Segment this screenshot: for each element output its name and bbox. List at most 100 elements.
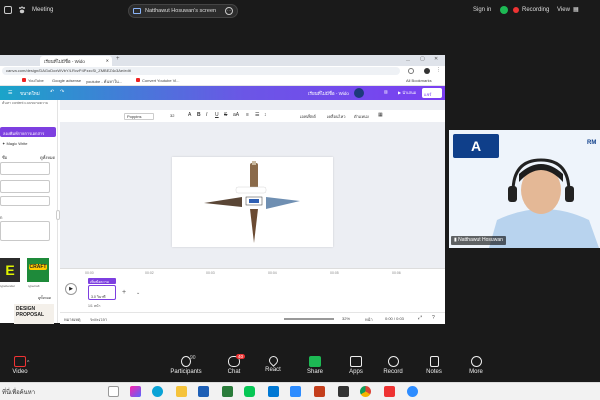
edge-icon[interactable]: [152, 386, 163, 397]
bookmark-3[interactable]: youtube - ค้นหาใน...: [86, 78, 122, 85]
timeline-chevron-icon[interactable]: ⌄: [136, 290, 140, 296]
bookmark-2[interactable]: Google adsense: [52, 78, 81, 83]
react-button[interactable]: React: [253, 354, 293, 373]
video-button[interactable]: Video: [0, 356, 40, 375]
zoom-icon[interactable]: [290, 386, 301, 397]
file-explorer-icon[interactable]: [176, 386, 187, 397]
pages-link[interactable]: หน้า: [365, 316, 373, 323]
strikethrough-icon[interactable]: S: [224, 112, 227, 118]
effects-button[interactable]: เอฟเฟ็กต์: [300, 113, 316, 120]
outlook-icon[interactable]: [268, 386, 279, 397]
animate-button[interactable]: เคลื่อนไหว: [327, 113, 346, 120]
position-button[interactable]: ตำแหน่ง: [354, 113, 369, 120]
undo-icon[interactable]: ↶: [50, 89, 54, 95]
close-tab-icon[interactable]: ✕: [106, 58, 109, 63]
participants-button[interactable]: Participants: [166, 356, 206, 375]
canvas-page[interactable]: [172, 157, 333, 247]
zoom-slider[interactable]: [284, 318, 334, 320]
screen-share-pill[interactable]: Natthawut Hosuwan's screen ⋯: [128, 4, 238, 18]
signin-link[interactable]: Sign in: [473, 7, 491, 13]
align-icon[interactable]: ≡: [246, 112, 249, 118]
typebender-thumb[interactable]: E: [0, 258, 20, 282]
video-chevron-icon[interactable]: ^: [27, 360, 29, 366]
doc-title[interactable]: เรียนที่ไม่มีชื่อ - Wido: [308, 90, 349, 97]
taskbar-search[interactable]: ที่นี่เพื่อค้นหา: [2, 387, 35, 397]
redo-icon[interactable]: ↷: [60, 89, 64, 95]
word-icon[interactable]: [198, 386, 209, 397]
paw-logo-icon: [18, 6, 26, 14]
kebab-menu-icon[interactable]: ⋮: [436, 67, 441, 73]
text-color-icon[interactable]: A: [188, 112, 191, 118]
design-proposal-thumb[interactable]: DESIGN PROPOSAL: [14, 304, 54, 324]
grid-view-icon[interactable]: [4, 6, 12, 14]
profile-icon[interactable]: [424, 68, 430, 74]
powerpoint-icon[interactable]: [314, 386, 325, 397]
sidebar-input-2[interactable]: [0, 180, 50, 193]
zoom-level[interactable]: 32%: [342, 316, 350, 321]
line-icon[interactable]: [244, 386, 255, 397]
case-icon[interactable]: aA: [233, 112, 239, 118]
resize-menu[interactable]: ขนาดใหม่: [20, 90, 40, 97]
minimize-icon[interactable]: —: [406, 57, 410, 62]
sidebar-input-1[interactable]: [0, 162, 50, 175]
help-icon[interactable]: ?: [432, 315, 435, 321]
typecraft-thumb[interactable]: CRAFT: [27, 258, 49, 282]
participant-video-tile[interactable]: A RM ▮ Natthawut Hosuwan: [449, 130, 600, 248]
underline-icon[interactable]: U: [215, 112, 219, 118]
user-avatar[interactable]: [354, 88, 364, 98]
zoom-meeting-icon[interactable]: [407, 386, 418, 397]
view-menu[interactable]: View: [557, 7, 570, 13]
hamburger-icon[interactable]: ☰: [8, 90, 12, 96]
participants-label: Participants: [170, 369, 202, 375]
list-icon[interactable]: ☰: [255, 112, 259, 118]
bookmark-1[interactable]: YouTube: [28, 78, 44, 83]
copilot-icon[interactable]: [130, 386, 141, 397]
clip-label[interactable]: เพิ่มข้อความ: [88, 278, 116, 284]
font-size-value[interactable]: 32: [170, 113, 174, 118]
see-all-link[interactable]: ดูทั้งหมด: [40, 154, 55, 161]
notes-button[interactable]: Notes: [414, 356, 454, 375]
sidebar-input-3[interactable]: [0, 196, 50, 206]
italic-icon[interactable]: I: [206, 112, 207, 118]
magic-write-link[interactable]: ✦ Magic Write: [2, 141, 28, 146]
sidebar-input-4[interactable]: [0, 221, 50, 241]
chat-button[interactable]: Chat: [214, 356, 254, 375]
record-button[interactable]: Record: [373, 356, 413, 375]
chrome-icon[interactable]: [360, 386, 371, 397]
bold-icon[interactable]: B: [197, 112, 201, 118]
all-bookmarks[interactable]: All Bookmarks: [406, 78, 432, 83]
view-grid-icon[interactable]: ▦: [573, 6, 579, 13]
transparency-icon[interactable]: ▦: [378, 112, 383, 118]
font-picker[interactable]: Poppins: [124, 113, 154, 120]
new-tab-icon[interactable]: +: [116, 56, 120, 62]
present-button[interactable]: ▶ นำเสนอ: [398, 89, 416, 96]
magic-prompt-button[interactable]: ลองพิมพ์รายการเอกสาร: [0, 127, 56, 137]
more-button[interactable]: More: [456, 356, 496, 375]
see-all-link-2[interactable]: ดูทั้งหมด: [38, 295, 51, 301]
url-field[interactable]: canva.com/design/DAGoDoxWVbY/LRvzP4PzzcS…: [2, 67, 400, 75]
timeline-clip[interactable]: 3.0 วินาที: [88, 285, 116, 300]
share-screen-button[interactable]: Share: [295, 356, 335, 375]
duration-link[interactable]: ระยะเวลา: [90, 316, 107, 323]
task-view-icon[interactable]: [108, 386, 119, 397]
spacing-icon[interactable]: ↕: [264, 112, 267, 118]
share-button[interactable]: แชร์: [422, 88, 442, 98]
play-icon[interactable]: ▶: [65, 283, 77, 295]
maximize-icon[interactable]: ▢: [420, 56, 425, 62]
add-page-icon[interactable]: +: [122, 289, 126, 296]
analytics-icon[interactable]: ▥: [384, 89, 388, 94]
fullscreen-icon[interactable]: ⤢: [418, 315, 422, 321]
more-label: More: [469, 369, 483, 375]
download-icon[interactable]: [408, 68, 414, 74]
close-window-icon[interactable]: ✕: [434, 56, 438, 62]
excel-icon[interactable]: [222, 386, 233, 397]
participants-count: 90: [190, 355, 196, 361]
more-options-icon[interactable]: ⋯: [225, 7, 233, 15]
browser-tab[interactable]: เรียนที่ไม่มีชื่อ - Wido ✕: [40, 56, 112, 66]
app-icon[interactable]: [338, 386, 349, 397]
youtube-icon: [22, 78, 26, 82]
apps-button[interactable]: Apps: [336, 356, 376, 375]
acrobat-icon[interactable]: [384, 386, 395, 397]
bookmark-4[interactable]: Convert Youtube Vi...: [142, 78, 180, 83]
notes-link[interactable]: หมายเหตุ: [64, 316, 80, 323]
